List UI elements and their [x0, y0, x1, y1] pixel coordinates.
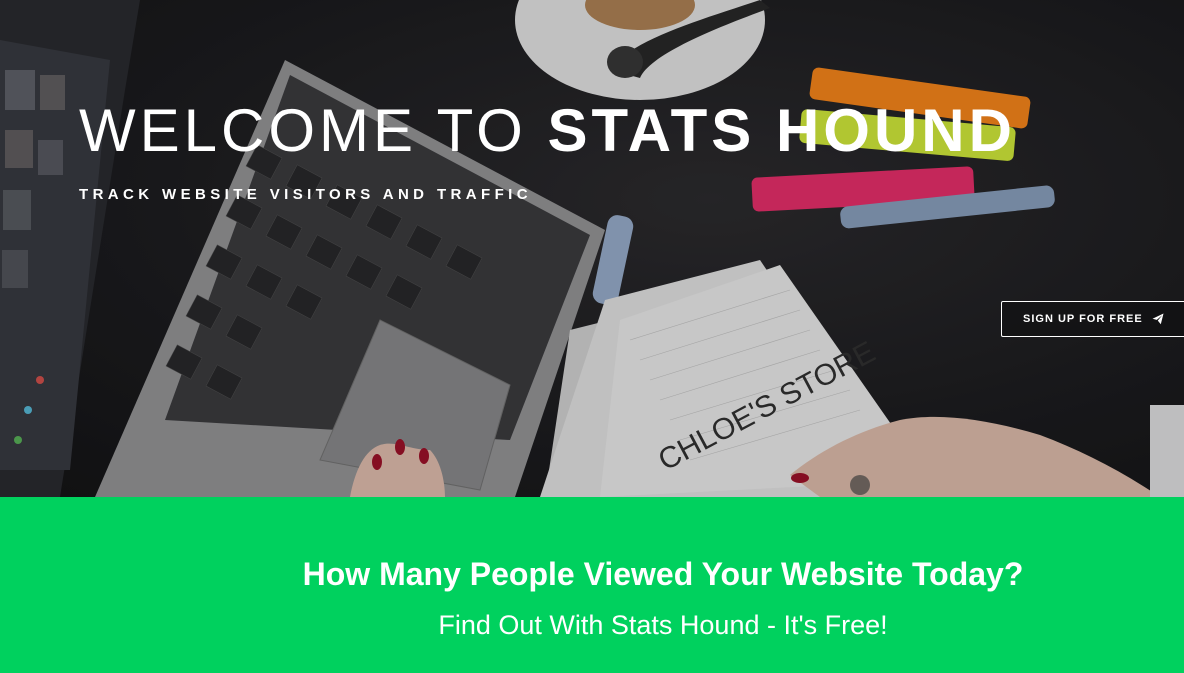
- cta-band: How Many People Viewed Your Website Toda…: [0, 497, 1184, 673]
- hero-title-brand: STATS HOUND: [547, 97, 1016, 164]
- hero-section: CHLOE'S STORE WELCOME TO STATS HOUND TRA…: [0, 0, 1184, 497]
- cta-subline: Find Out With Stats Hound - It's Free!: [438, 610, 888, 640]
- sign-up-button[interactable]: SIGN UP FOR FREE: [1001, 301, 1184, 337]
- sign-up-label: SIGN UP FOR FREE: [1023, 313, 1143, 325]
- hero-overlay: [0, 0, 1184, 497]
- hero-title-prefix: WELCOME TO: [79, 97, 548, 164]
- landing-page: CHLOE'S STORE WELCOME TO STATS HOUND TRA…: [0, 0, 1184, 673]
- hero-title: WELCOME TO STATS HOUND: [79, 96, 1016, 166]
- paper-plane-icon: [1152, 313, 1164, 325]
- cta-headline: How Many People Viewed Your Website Toda…: [302, 556, 1024, 592]
- hero-subtitle: TRACK WEBSITE VISITORS AND TRAFFIC: [79, 186, 532, 203]
